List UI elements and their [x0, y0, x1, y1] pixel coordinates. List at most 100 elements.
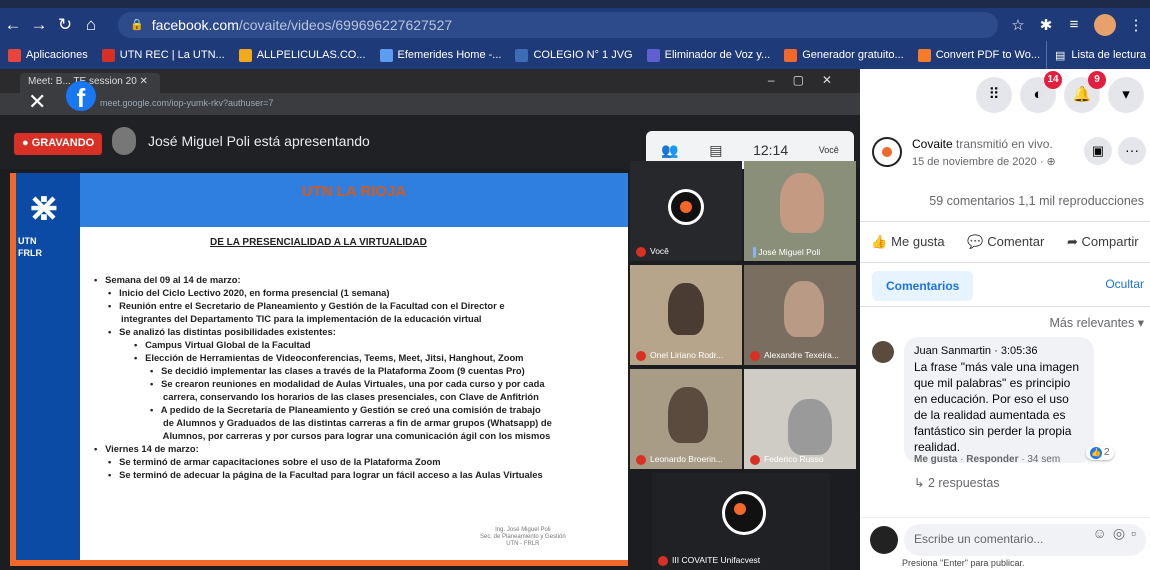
post-header: Covaite transmitió en vivo. 15 de noviem…: [872, 131, 1146, 175]
mic-off-icon: [636, 247, 646, 257]
address-bar-row: ← → ↻ ⌂ 🔒 facebook.com/covaite/videos/69…: [0, 8, 1150, 41]
bookmark-item[interactable]: ALLPELICULAS.CO...: [238, 48, 366, 62]
covaite-logo-icon: [668, 189, 704, 225]
participant-tile[interactable]: III COVAITE Unifacvest: [652, 473, 830, 570]
forward-arrow-icon[interactable]: →: [26, 15, 52, 35]
facebook-side-panel: ⠿ ◐ 14 🔔 9 ▾ Covaite transmitió en vivo. 1…: [860, 69, 1150, 570]
commenter-avatar[interactable]: [872, 341, 894, 363]
participant-tile[interactable]: Você: [630, 161, 742, 261]
sort-dropdown[interactable]: Más relevantes ▾: [1049, 315, 1144, 330]
more-options-icon[interactable]: ···: [1118, 137, 1146, 165]
comment-like-link[interactable]: Me gusta: [914, 454, 957, 465]
hide-button[interactable]: Ocultar: [1105, 277, 1144, 291]
media-icon[interactable]: ≡: [1060, 16, 1088, 33]
slide-bullet: de Alumnos y Graduados de las distintas …: [150, 417, 552, 428]
participant-tile[interactable]: Onel Liriano Rodr...: [630, 265, 742, 365]
back-arrow-icon[interactable]: ←: [0, 15, 26, 35]
comment-reactions[interactable]: 👍 2: [1086, 446, 1114, 460]
slide-bullet: • Semana del 09 al 14 de marzo:: [94, 274, 241, 285]
recording-badge: ● GRAVANDO: [14, 133, 103, 155]
lock-icon: 🔒: [130, 19, 144, 31]
post-actions: 👍 Me gusta 💬 Comentar ➦ Compartir: [860, 221, 1150, 263]
view-replies-link[interactable]: ↳ 2 respuestas: [914, 475, 1000, 490]
participant-video: [668, 283, 704, 335]
menu-icon[interactable]: ⋮: [1122, 16, 1150, 34]
presenting-text: José Miguel Poli está apresentando: [148, 133, 370, 149]
star-icon[interactable]: ☆: [1004, 16, 1032, 34]
comments-tabs: Comentarios Ocultar: [860, 265, 1150, 307]
bell-icon[interactable]: 🔔 9: [1064, 71, 1106, 113]
participant-tile[interactable]: Federico Russo: [744, 369, 856, 469]
chat-icon[interactable]: ▤: [709, 142, 722, 159]
meet-tab-strip: Meet: B... TE session 20 ✕ –▢✕: [0, 69, 860, 93]
bookmark-item[interactable]: Convert PDF to Wo...: [917, 48, 1040, 62]
covaite-logo-icon: [722, 491, 766, 535]
emoji-icon[interactable]: ☺: [1093, 525, 1113, 541]
mic-off-icon: [750, 351, 760, 361]
save-icon[interactable]: ▣: [1084, 137, 1112, 165]
comment-button[interactable]: 💬 Comentar: [967, 234, 1044, 250]
url-field[interactable]: 🔒 facebook.com/covaite/videos/6996962276…: [118, 11, 998, 38]
participant-video: [784, 281, 824, 337]
reading-list-button[interactable]: ▤ Lista de lectura: [1045, 41, 1146, 69]
bookmark-item[interactable]: Generador gratuito...: [784, 48, 904, 62]
bookmark-icon: [238, 48, 252, 62]
share-button[interactable]: ➦ Compartir: [1067, 234, 1139, 250]
post-date[interactable]: 15 de noviembre de 2020 · ⊕: [912, 155, 1056, 168]
gif-icon[interactable]: ▫: [1131, 525, 1142, 541]
participant-tile[interactable]: Leonardo Broerin...: [630, 369, 742, 469]
comment-actions: Me gusta · Responder · 34 sem: [914, 454, 1061, 465]
slide-bullet: • Reunión entre el Secretario de Planeam…: [108, 300, 505, 311]
account-menu-icon[interactable]: ▾: [1108, 77, 1144, 113]
facebook-logo-icon[interactable]: f: [66, 81, 96, 113]
reload-icon[interactable]: ↻: [52, 15, 78, 35]
like-button[interactable]: 👍 Me gusta: [871, 234, 944, 250]
people-icon[interactable]: 👥: [661, 142, 678, 159]
mic-off-icon: [750, 455, 760, 465]
messenger-icon[interactable]: ◐ 14: [1020, 71, 1062, 113]
comment-author[interactable]: Juan Sanmartin: [914, 345, 991, 357]
bookmark-item[interactable]: Efemerides Home -...: [379, 48, 501, 62]
participant-tile[interactable]: Alexandre Texeira...: [744, 265, 856, 365]
bookmark-item[interactable]: Eliminador de Voz y...: [646, 48, 770, 62]
slide-bullet: integrantes del Departamento TIC para la…: [108, 313, 482, 324]
post-stats[interactable]: 59 comentarios 1,1 mil reproducciones: [929, 194, 1144, 208]
tab-comments[interactable]: Comentarios: [872, 271, 974, 301]
comment-time[interactable]: 3:05:36: [1001, 345, 1038, 357]
reply-arrow-icon: ↳: [914, 476, 925, 490]
slide-bullet: Alumnos, por carreras y por cursos para …: [150, 430, 551, 441]
bookmark-item[interactable]: COLEGIO N° 1 JVG: [515, 48, 633, 62]
slide-bullet: • Se decidió implementar las clases a tr…: [150, 365, 525, 376]
slide-bullet: • Se analizó las distintas posibilidades…: [108, 326, 336, 337]
like-reaction-icon: 👍: [1090, 447, 1102, 459]
bookmark-item[interactable]: Aplicaciones: [8, 48, 88, 62]
bookmark-icon: [8, 48, 21, 62]
comment-text: La frase "más vale una imagen que mil pa…: [914, 360, 1080, 454]
window-controls[interactable]: –▢✕: [768, 73, 850, 87]
home-icon[interactable]: ⌂: [78, 15, 104, 35]
slide-bullet: • A pedido de la Secretaría de Planeamie…: [150, 404, 541, 415]
speaking-icon: ▐: [750, 247, 757, 257]
page-name[interactable]: Covaite: [912, 137, 953, 151]
slide-header-band: [80, 173, 628, 227]
video-player[interactable]: Meet: B... TE session 20 ✕ –▢✕ meet.goog…: [0, 69, 860, 570]
slide-bullet: • Inicio del Ciclo Lectivo 2020, en form…: [108, 287, 390, 298]
bookmark-item[interactable]: UTN REC | La UTN...: [101, 48, 225, 62]
bookmark-icon: [646, 48, 660, 62]
comment-input-icons: ☺◎▫: [1093, 525, 1142, 542]
page-avatar[interactable]: [872, 137, 902, 167]
slide-bullet: carrera, conservando los horarios de las…: [150, 391, 539, 402]
mic-off-icon: [658, 556, 668, 566]
slide-bullet: • Se terminó de adecuar la página de la …: [108, 469, 543, 480]
close-icon[interactable]: ✕: [28, 89, 46, 115]
menu-grid-icon[interactable]: ⠿: [976, 77, 1012, 113]
thumbs-up-icon: 👍: [871, 234, 888, 249]
meet-url: meet.google.com/iop-yumk-rkv?authuser=7: [0, 93, 860, 115]
extensions-icon[interactable]: ✱: [1032, 16, 1060, 34]
camera-icon[interactable]: ◎: [1113, 525, 1131, 541]
bookmark-icon: [784, 48, 798, 62]
comment-reply-link[interactable]: Responder: [966, 454, 1018, 465]
profile-avatar[interactable]: [1094, 13, 1116, 36]
participant-tile[interactable]: ▐ José Miguel Poli: [744, 161, 856, 261]
comment-age: 34 sem: [1027, 454, 1061, 465]
